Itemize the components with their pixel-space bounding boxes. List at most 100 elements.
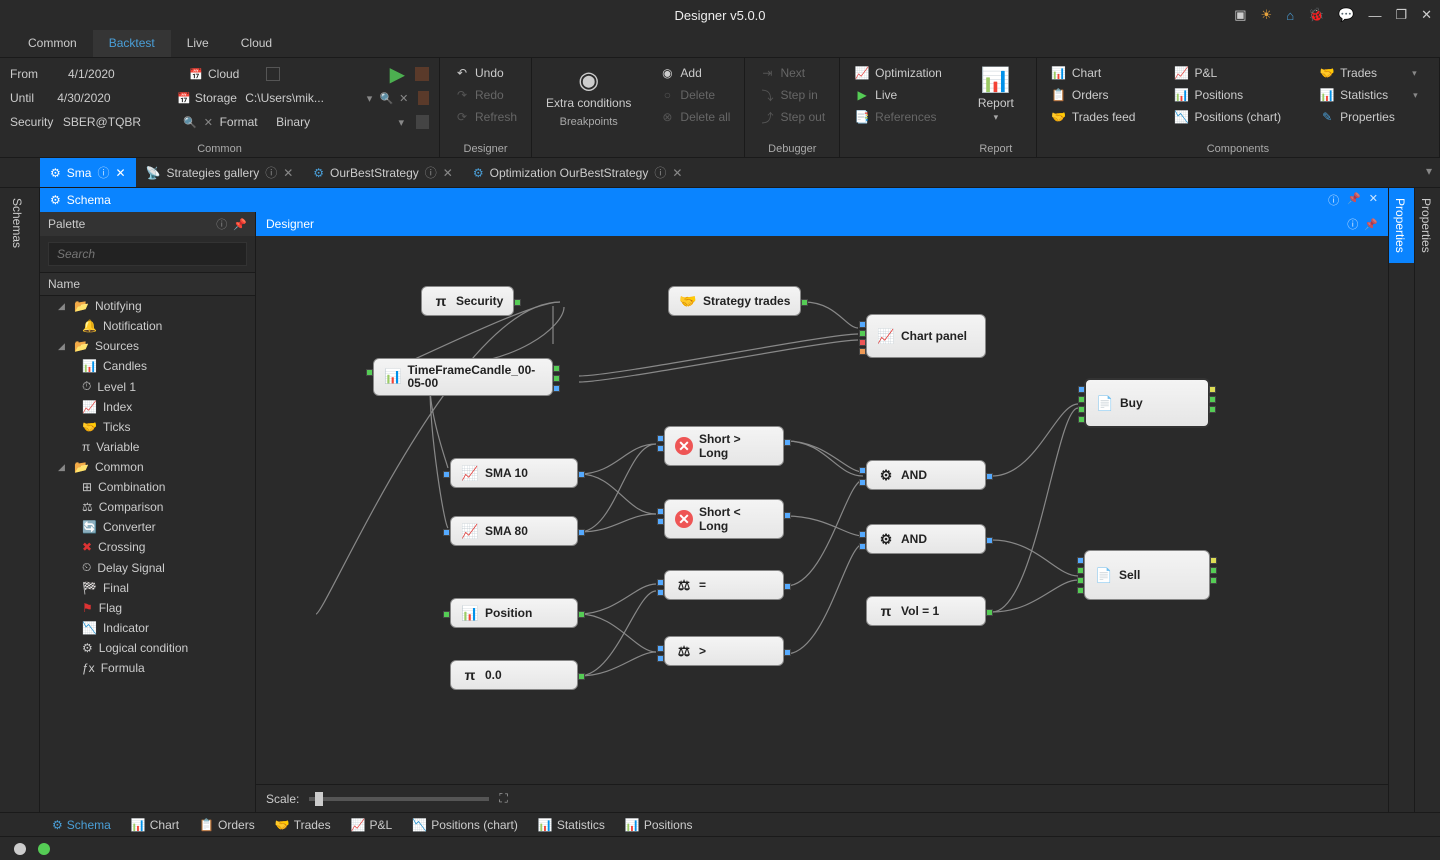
home-icon[interactable]: ⌂ bbox=[1286, 8, 1294, 23]
calendar-icon[interactable]: 📅 bbox=[177, 90, 191, 106]
tab-backtest[interactable]: Backtest bbox=[93, 30, 171, 57]
close-icon[interactable]: ✕ bbox=[115, 166, 125, 180]
doc-tab-sma[interactable]: ⚙ Sma ⓘ ✕ bbox=[40, 158, 136, 187]
delete-breakpoint-button[interactable]: ○Delete bbox=[655, 84, 734, 106]
info-icon[interactable]: ⓘ bbox=[425, 164, 437, 181]
maximize-icon[interactable]: ❐ bbox=[1395, 7, 1407, 23]
pin-icon[interactable]: 📌 bbox=[1364, 218, 1378, 231]
node-sma80[interactable]: 📈 SMA 80 bbox=[450, 516, 578, 546]
undo-button[interactable]: ↶Undo bbox=[450, 62, 521, 84]
bottom-tab[interactable]: 📊Positions bbox=[617, 816, 701, 834]
bottom-tab[interactable]: 📊Statistics bbox=[530, 816, 613, 834]
search-icon[interactable]: 🔍 bbox=[380, 90, 394, 106]
color-indicator-3[interactable] bbox=[416, 115, 429, 129]
node-position[interactable]: 📊 Position bbox=[450, 598, 578, 628]
doc-tab-gallery[interactable]: 📡 Strategies gallery ⓘ ✕ bbox=[136, 158, 304, 187]
cloud-checkbox[interactable] bbox=[266, 67, 280, 81]
minimize-icon[interactable]: — bbox=[1368, 8, 1381, 23]
palette-search-input[interactable] bbox=[48, 242, 247, 266]
palette-item[interactable]: ƒxFormula bbox=[40, 658, 255, 678]
node-buy[interactable]: 📄 Buy bbox=[1084, 378, 1210, 428]
search-icon[interactable]: 🔍 bbox=[183, 114, 197, 130]
node-vol1[interactable]: π Vol = 1 bbox=[866, 596, 986, 626]
close-icon[interactable]: ✕ bbox=[1421, 7, 1432, 23]
status-dot-2[interactable] bbox=[38, 843, 50, 855]
palette-item[interactable]: 🏁Final bbox=[40, 578, 255, 598]
node-sell[interactable]: 📄 Sell bbox=[1084, 550, 1210, 600]
security-input[interactable] bbox=[59, 112, 179, 132]
fit-icon[interactable]: ⛶ bbox=[499, 791, 507, 806]
palette-item[interactable]: 🤝Ticks bbox=[40, 417, 255, 437]
dropdown-icon[interactable]: ▾ bbox=[394, 114, 408, 130]
tabs-dropdown-icon[interactable]: ▾ bbox=[1426, 164, 1432, 178]
node-zero[interactable]: π 0.0 bbox=[450, 660, 578, 690]
palette-item[interactable]: ⚙Logical condition bbox=[40, 638, 255, 658]
color-indicator-1[interactable] bbox=[415, 67, 429, 81]
add-breakpoint-button[interactable]: ◉Add bbox=[655, 62, 734, 84]
bottom-tab[interactable]: 📉Positions (chart) bbox=[404, 816, 526, 834]
properties-component-button[interactable]: ✎Properties bbox=[1315, 106, 1422, 128]
node-chart-panel[interactable]: 📈 Chart panel bbox=[866, 314, 986, 358]
close-icon[interactable]: ✕ bbox=[1369, 192, 1378, 208]
info-icon[interactable]: ⓘ bbox=[265, 164, 277, 181]
info-icon[interactable]: ⓘ bbox=[654, 164, 666, 181]
window-icon[interactable]: ▣ bbox=[1234, 7, 1246, 23]
node-and1[interactable]: ⚙ AND bbox=[866, 460, 986, 490]
bottom-tab[interactable]: 🤝Trades bbox=[267, 816, 339, 834]
tab-common[interactable]: Common bbox=[12, 30, 93, 57]
palette-item[interactable]: 📈Index bbox=[40, 397, 255, 417]
storage-input[interactable] bbox=[241, 88, 359, 108]
palette-folder[interactable]: ◢📂Notifying bbox=[40, 296, 255, 316]
orders-component-button[interactable]: 📋Orders bbox=[1047, 84, 1140, 106]
node-gt[interactable]: ⚖ > bbox=[664, 636, 784, 666]
pin-icon[interactable]: 📌 bbox=[233, 218, 247, 231]
report-button[interactable]: 📊 Report ▾ bbox=[966, 62, 1026, 127]
refresh-button[interactable]: ⟳Refresh bbox=[450, 106, 521, 128]
until-input[interactable] bbox=[53, 88, 173, 108]
help-icon[interactable]: ⓘ bbox=[216, 216, 227, 232]
palette-item[interactable]: πVariable bbox=[40, 437, 255, 457]
redo-button[interactable]: ↷Redo bbox=[450, 84, 521, 106]
dropdown-icon[interactable]: ▾ bbox=[363, 90, 376, 106]
live-button[interactable]: ▶Live bbox=[850, 84, 946, 106]
palette-item[interactable]: 🔔Notification bbox=[40, 316, 255, 336]
step-in-button[interactable]: ⤵Step in bbox=[755, 84, 829, 106]
palette-item[interactable]: ⚖Comparison bbox=[40, 497, 255, 517]
palette-folder[interactable]: ◢📂Sources bbox=[40, 336, 255, 356]
trades-component-button[interactable]: 🤝Trades▾ bbox=[1315, 62, 1422, 84]
node-short-lt-long[interactable]: ✕ Short < Long bbox=[664, 499, 784, 539]
pnl-component-button[interactable]: 📈P&L bbox=[1169, 62, 1285, 84]
help-icon[interactable]: ⓘ bbox=[1347, 216, 1358, 232]
chart-component-button[interactable]: 📊Chart bbox=[1047, 62, 1140, 84]
next-button[interactable]: ⇥Next bbox=[755, 62, 829, 84]
bug-icon[interactable]: 🐞 bbox=[1308, 7, 1324, 23]
node-strategy-trades[interactable]: 🤝 Strategy trades bbox=[668, 286, 801, 316]
palette-item[interactable]: 📊Candles bbox=[40, 356, 255, 376]
designer-canvas[interactable]: π Security 📊 TimeFrameCandle_00-05-00 📈 bbox=[256, 236, 1388, 784]
chat-icon[interactable]: 💬 bbox=[1338, 7, 1354, 23]
node-short-gt-long[interactable]: ✕ Short > Long bbox=[664, 426, 784, 466]
play-button[interactable]: ▶ bbox=[384, 62, 411, 87]
extra-conditions-button[interactable]: ◉ Extra conditions bbox=[538, 62, 639, 114]
palette-item[interactable]: 📉Indicator bbox=[40, 618, 255, 638]
palette-item[interactable]: ⚑Flag bbox=[40, 598, 255, 618]
from-input[interactable] bbox=[64, 64, 184, 84]
help-icon[interactable]: ⓘ bbox=[1328, 192, 1339, 208]
node-security[interactable]: π Security bbox=[421, 286, 514, 316]
doc-tab-optimization[interactable]: ⚙ Optimization OurBestStrategy ⓘ ✕ bbox=[463, 158, 693, 187]
palette-folder[interactable]: ◢📂Common bbox=[40, 457, 255, 477]
close-icon[interactable]: ✕ bbox=[283, 166, 293, 180]
node-and2[interactable]: ⚙ AND bbox=[866, 524, 986, 554]
tab-live[interactable]: Live bbox=[171, 30, 225, 57]
references-button[interactable]: 📑References bbox=[850, 106, 946, 128]
pin-icon[interactable]: 📌 bbox=[1347, 192, 1361, 208]
palette-item[interactable]: ✖Crossing bbox=[40, 537, 255, 557]
delete-all-breakpoints-button[interactable]: ⊗Delete all bbox=[655, 106, 734, 128]
step-out-button[interactable]: ⤴Step out bbox=[755, 106, 829, 128]
node-eq[interactable]: ⚖ = bbox=[664, 570, 784, 600]
palette-item[interactable]: ⏱Level 1 bbox=[40, 376, 255, 397]
properties-side-tab-1[interactable]: Properties bbox=[1389, 188, 1414, 263]
clear-icon[interactable]: ✕ bbox=[201, 114, 215, 130]
tab-cloud[interactable]: Cloud bbox=[225, 30, 288, 57]
palette-item[interactable]: ⊞Combination bbox=[40, 477, 255, 497]
